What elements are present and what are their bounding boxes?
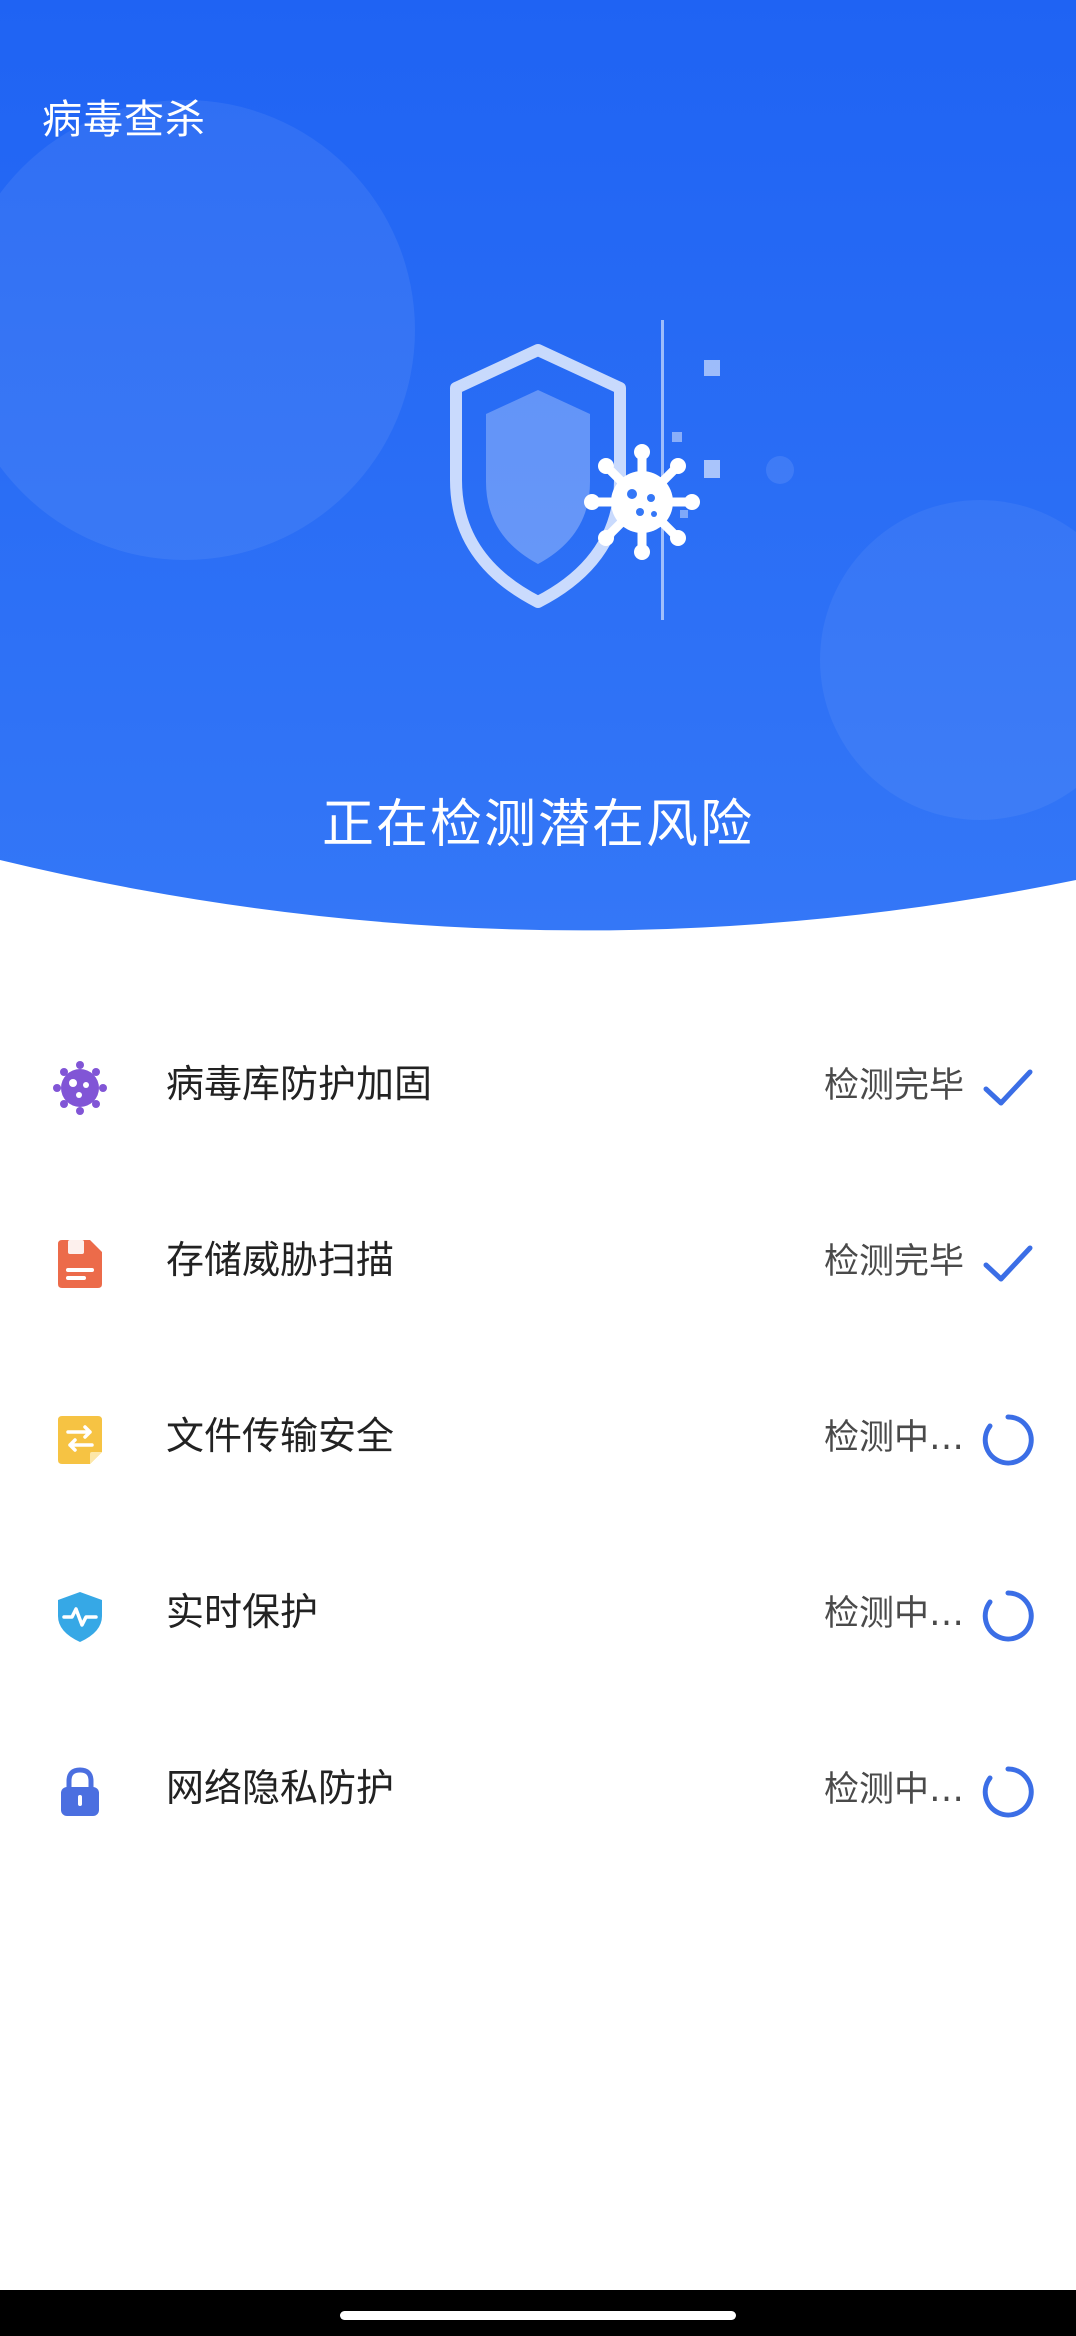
- scan-item-virus-database[interactable]: 病毒库防护加固 检测完毕: [0, 1000, 1076, 1176]
- scan-item-storage-threat[interactable]: 存储威胁扫描 检测完毕: [0, 1176, 1076, 1352]
- scan-item-realtime-protection[interactable]: 实时保护 检测中…: [0, 1528, 1076, 1704]
- spinner-icon: [982, 1414, 1034, 1466]
- scan-item-network-privacy[interactable]: 网络隐私防护 检测中…: [0, 1704, 1076, 1880]
- scan-item-label: 病毒库防护加固: [166, 1062, 433, 1106]
- storage-icon: [58, 1240, 102, 1288]
- scan-item-list: 病毒库防护加固 检测完毕 存储威胁扫描 检测完毕 文件传输安全 检测中… 实时保…: [0, 1000, 1076, 1880]
- scan-status-text: 正在检测潜在风险: [321, 795, 754, 855]
- file-transfer-icon: [58, 1416, 102, 1464]
- scan-item-label: 实时保护: [166, 1590, 319, 1634]
- scan-item-status: 检测中…: [823, 1418, 964, 1458]
- home-indicator[interactable]: [340, 2311, 736, 2320]
- scan-item-label: 网络隐私防护: [166, 1766, 395, 1810]
- shield-pulse-icon: [58, 1592, 102, 1642]
- spinner-icon: [982, 1766, 1034, 1818]
- scan-item-label: 文件传输安全: [166, 1414, 395, 1458]
- spinner-icon: [982, 1590, 1034, 1642]
- scan-item-status: 检测中…: [823, 1594, 964, 1634]
- check-icon: [983, 1245, 1033, 1282]
- scan-item-status: 检测中…: [823, 1770, 964, 1810]
- lock-icon: [61, 1767, 99, 1816]
- scan-hero: 病毒查杀 正在检测潜在风险: [0, 0, 1076, 960]
- check-icon: [983, 1069, 1033, 1106]
- scan-item-label: 存储威胁扫描: [166, 1238, 395, 1282]
- page-title: 病毒查杀: [42, 97, 206, 143]
- virus-icon: [53, 1061, 107, 1115]
- scan-item-status: 检测完毕: [823, 1066, 964, 1106]
- scan-item-status: 检测完毕: [823, 1242, 964, 1282]
- shield-virus-illustration: [450, 320, 720, 620]
- scan-item-file-transfer[interactable]: 文件传输安全 检测中…: [0, 1352, 1076, 1528]
